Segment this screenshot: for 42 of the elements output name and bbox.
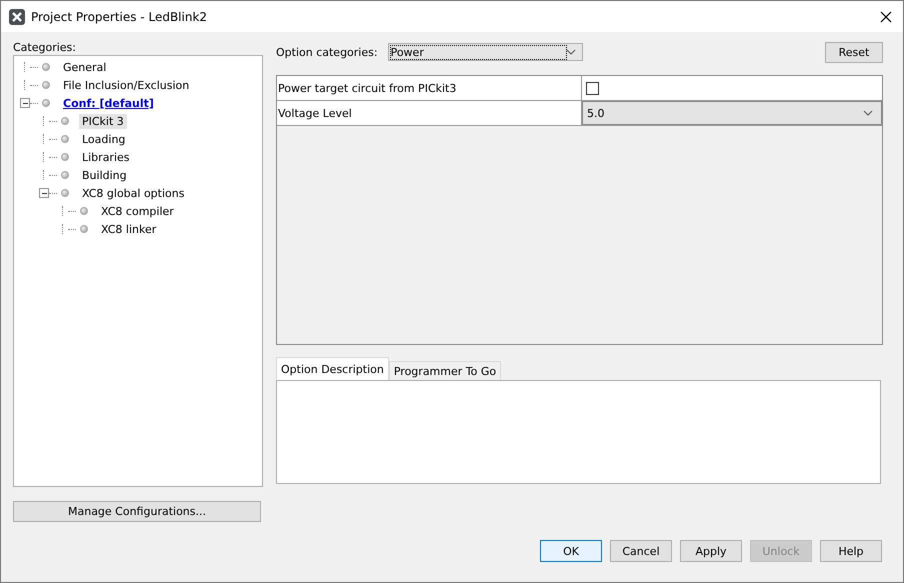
tree-item[interactable]: XC8 global options <box>79 186 188 200</box>
option-categories-dropdown[interactable]: Power <box>388 43 583 61</box>
node-icon <box>61 153 69 161</box>
tree-item[interactable]: Conf: [default] <box>60 96 157 110</box>
chevron-icon <box>863 110 873 116</box>
app-logo-icon <box>9 8 25 24</box>
categories-label: Categories: <box>13 41 77 55</box>
reset-button[interactable]: Reset <box>825 42 883 62</box>
node-icon <box>80 225 88 233</box>
collapse-icon[interactable] <box>20 98 30 108</box>
tree-item[interactable]: XC8 compiler <box>98 204 177 218</box>
node-icon <box>61 171 69 179</box>
close-icon[interactable] <box>880 10 892 22</box>
tab[interactable]: Option Description <box>276 357 389 380</box>
dialog-button[interactable]: OK <box>540 540 602 562</box>
node-icon <box>61 189 69 197</box>
collapse-icon[interactable] <box>39 188 49 198</box>
dialog-button[interactable]: Apply <box>680 540 742 562</box>
tree-item[interactable]: Loading <box>79 132 128 146</box>
node-icon <box>42 81 50 89</box>
node-icon <box>42 63 50 71</box>
tree-item[interactable]: File Inclusion/Exclusion <box>60 78 192 92</box>
window-title: Project Properties - LedBlink2 <box>31 10 208 24</box>
node-icon <box>61 117 69 125</box>
tree-item[interactable]: PICkit 3 <box>79 114 127 128</box>
tree-item[interactable]: General <box>60 60 110 74</box>
node-icon <box>80 207 88 215</box>
dialog-button[interactable]: Help <box>820 540 882 562</box>
tree-item[interactable]: Building <box>79 168 130 182</box>
manage-configurations-button[interactable]: Manage Configurations... <box>13 501 261 522</box>
property-dropdown[interactable]: 5.0 <box>582 101 882 125</box>
property-name: Power target circuit from PICkit3 <box>277 76 582 100</box>
property-name: Voltage Level <box>277 101 582 125</box>
dialog-button[interactable]: Cancel <box>610 540 672 562</box>
node-icon <box>42 99 50 107</box>
option-categories-label: Option categories: <box>276 46 378 58</box>
tree-item[interactable]: XC8 linker <box>98 222 160 236</box>
chevron-icon <box>566 49 576 55</box>
tree-item[interactable]: Libraries <box>79 150 133 164</box>
checkbox[interactable] <box>586 82 599 94</box>
node-icon <box>61 135 69 143</box>
tab[interactable]: Programmer To Go <box>388 361 502 380</box>
